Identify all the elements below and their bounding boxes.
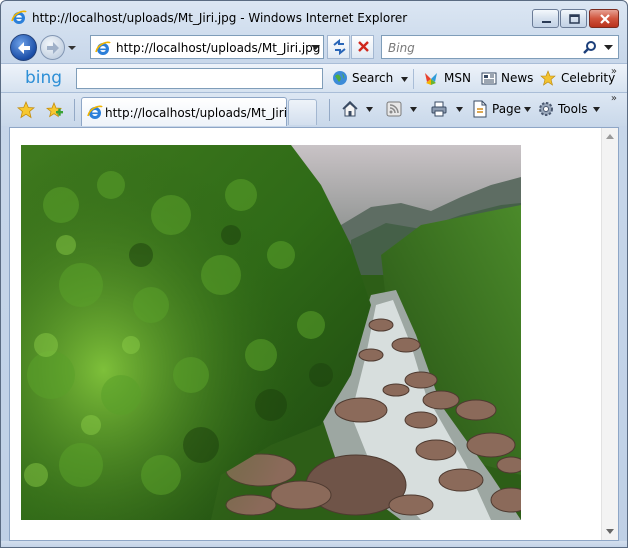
close-icon [600, 14, 610, 24]
refresh-button[interactable] [327, 35, 350, 59]
search-box[interactable]: Bing [381, 35, 619, 59]
print-dropdown-icon[interactable] [456, 107, 463, 112]
navigation-bar: http://localhost/uploads/Mt_Jiri.jpg Bin… [1, 31, 627, 63]
minimize-icon [542, 21, 551, 23]
page-dropdown-icon[interactable] [524, 107, 531, 112]
toolbar-overflow-chevron-icon[interactable]: » [611, 66, 617, 77]
refresh-icon [333, 38, 346, 56]
rss-feed-icon[interactable] [385, 100, 403, 118]
bing-logo: bing [25, 68, 63, 88]
minimize-button[interactable] [532, 9, 559, 28]
vertical-scrollbar[interactable] [601, 128, 618, 540]
bing-search-button[interactable]: Search [352, 71, 393, 85]
bing-search-dropdown-icon[interactable] [401, 77, 408, 82]
address-bar[interactable]: http://localhost/uploads/Mt_Jiri.jpg [90, 35, 324, 59]
browser-window: http://localhost/uploads/Mt_Jiri.jpg - W… [0, 0, 628, 548]
news-link[interactable]: News [501, 71, 533, 85]
globe-icon [333, 71, 347, 85]
address-dropdown-icon[interactable] [311, 44, 320, 51]
maximize-button[interactable] [560, 9, 587, 28]
title-bar: http://localhost/uploads/Mt_Jiri.jpg - W… [1, 1, 627, 31]
tab-title[interactable]: http://localhost/uploads/Mt_Jiri... [105, 106, 298, 120]
recent-pages-dropdown[interactable] [67, 43, 77, 53]
tools-menu-button[interactable]: Tools [558, 102, 588, 116]
print-icon[interactable] [430, 100, 448, 118]
favorites-star-icon[interactable] [17, 101, 35, 119]
tools-dropdown-icon[interactable] [593, 107, 600, 112]
scroll-down-arrow-icon[interactable] [606, 529, 614, 534]
tab-bar: http://localhost/uploads/Mt_Jiri... Page… [1, 93, 627, 126]
status-bar [1, 541, 627, 547]
scroll-up-arrow-icon[interactable] [606, 134, 614, 139]
ie-icon [87, 105, 103, 119]
toolbar-separator [413, 69, 414, 89]
stop-icon [358, 41, 369, 52]
add-favorites-icon[interactable] [46, 101, 64, 119]
celebrity-star-icon [540, 70, 556, 86]
ie-icon [95, 41, 111, 55]
page-content [9, 127, 619, 541]
search-placeholder[interactable]: Bing [388, 41, 415, 55]
search-icon[interactable] [583, 40, 597, 54]
tab-separator [74, 99, 75, 121]
page-menu-button[interactable]: Page [492, 102, 521, 116]
restore-icon [569, 14, 580, 24]
bing-toolbar: bing Search MSN News Celebrity » [1, 63, 627, 93]
command-separator [329, 99, 330, 121]
msn-butterfly-icon [425, 73, 437, 85]
msn-link[interactable]: MSN [444, 71, 471, 85]
close-button[interactable] [589, 9, 619, 28]
home-dropdown-icon[interactable] [366, 107, 373, 112]
back-arrow-icon [18, 42, 30, 54]
news-icon [481, 72, 497, 85]
page-icon [473, 100, 487, 118]
command-overflow-chevron-icon[interactable]: » [611, 93, 617, 104]
feed-dropdown-icon[interactable] [410, 107, 417, 112]
stop-button[interactable] [351, 35, 374, 59]
window-title: http://localhost/uploads/Mt_Jiri.jpg - W… [32, 11, 408, 25]
gear-icon [539, 102, 553, 116]
search-options-dropdown-icon[interactable] [604, 44, 613, 51]
ie-icon [11, 10, 27, 24]
bing-search-input[interactable] [76, 68, 323, 89]
address-url[interactable]: http://localhost/uploads/Mt_Jiri.jpg [116, 41, 320, 55]
celebrity-link[interactable]: Celebrity [561, 71, 615, 85]
tab-current[interactable]: http://localhost/uploads/Mt_Jiri... [81, 97, 298, 126]
home-icon[interactable] [341, 100, 359, 118]
forward-button[interactable] [40, 35, 65, 60]
back-button[interactable] [10, 34, 37, 61]
new-tab-button[interactable] [288, 99, 317, 125]
mountain-stream-photo [21, 145, 521, 520]
forward-arrow-icon [47, 42, 59, 54]
